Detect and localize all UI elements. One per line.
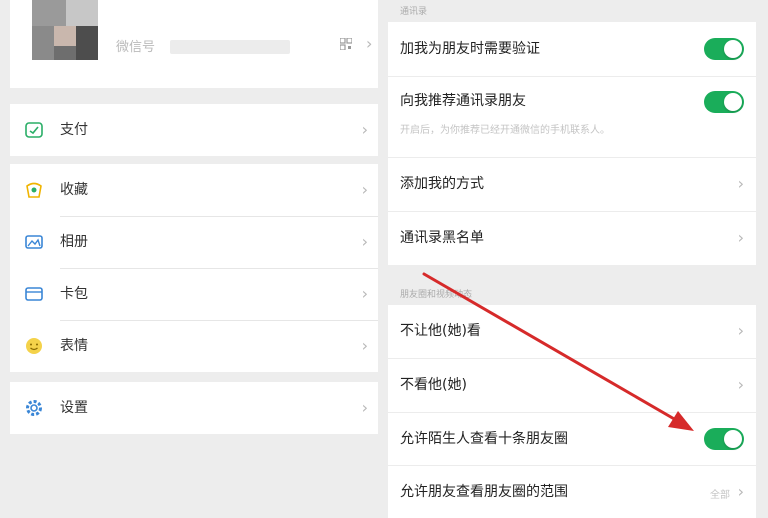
setting-require-verification[interactable]: 加我为朋友时需要验证	[388, 22, 756, 77]
section-header-moments: 朋友圈和视频动态	[388, 265, 756, 305]
chevron-right-icon: ›	[737, 375, 744, 394]
menu-item-label: 表情	[60, 338, 88, 354]
setting-strangers-view-ten[interactable]: 允许陌生人查看十条朋友圈	[388, 413, 756, 466]
chevron-right-icon: ›	[737, 321, 744, 340]
setting-moments-visible-range[interactable]: 允许朋友查看朋友圈的范围 全部 ›	[388, 466, 756, 518]
menu-item-favorites[interactable]: 收藏 ›	[10, 164, 378, 216]
recommend-contacts-toggle[interactable]	[704, 91, 744, 113]
menu-item-settings[interactable]: 设置 ›	[10, 382, 378, 434]
menu-item-label: 设置	[60, 400, 88, 416]
setting-recommend-contacts[interactable]: 向我推荐通讯录朋友 开启后，为你推荐已经开通微信的手机联系人。	[388, 77, 756, 158]
setting-title: 不让他(她)看	[400, 323, 481, 339]
profile-card[interactable]: 微信号 ›	[10, 0, 378, 88]
menu-item-label: 收藏	[60, 182, 88, 198]
stickers-icon	[26, 338, 42, 354]
verification-toggle[interactable]	[704, 38, 744, 60]
chevron-right-icon: ›	[361, 398, 368, 417]
setting-title: 添加我的方式	[400, 176, 484, 192]
menu-group-pay: 支付 ›	[10, 104, 378, 156]
setting-title: 向我推荐通讯录朋友	[400, 93, 526, 109]
chevron-right-icon: ›	[366, 34, 373, 53]
setting-title: 允许陌生人查看十条朋友圈	[400, 431, 568, 447]
settings-icon	[26, 400, 42, 416]
menu-item-label: 支付	[60, 122, 88, 138]
chevron-right-icon: ›	[361, 336, 368, 355]
setting-title: 允许朋友查看朋友圈的范围	[400, 484, 568, 500]
chevron-right-icon: ›	[361, 180, 368, 199]
setting-title: 不看他(她)	[400, 377, 467, 393]
chevron-right-icon: ›	[737, 174, 744, 193]
chevron-right-icon: ›	[737, 228, 744, 247]
section-header-contacts: 通讯录	[388, 0, 756, 22]
setting-title: 通讯录黑名单	[400, 230, 484, 246]
setting-add-me-methods[interactable]: 添加我的方式 ›	[388, 158, 756, 212]
avatar[interactable]	[32, 0, 98, 60]
wechat-id-blurred	[170, 40, 290, 54]
chevron-right-icon: ›	[361, 284, 368, 303]
setting-title: 加我为朋友时需要验证	[400, 41, 540, 57]
setting-contacts-blacklist[interactable]: 通讯录黑名单 ›	[388, 212, 756, 265]
me-page: 微信号 › 支付 › 收藏 › 相册 › 卡包 › 表情 › 设置 ›	[10, 0, 378, 510]
setting-value: 全部	[710, 490, 730, 501]
privacy-settings-page: 通讯录 加我为朋友时需要验证 向我推荐通讯录朋友 开启后，为你推荐已经开通微信的…	[388, 0, 756, 518]
cards-icon	[25, 287, 43, 301]
wechat-id-label: 微信号	[116, 40, 156, 55]
album-icon	[25, 235, 43, 249]
menu-item-label: 卡包	[60, 286, 88, 302]
menu-item-cards[interactable]: 卡包 ›	[10, 268, 378, 320]
qr-code-icon[interactable]	[340, 38, 352, 50]
screen: 微信号 › 支付 › 收藏 › 相册 › 卡包 › 表情 › 设置 › 通讯录 …	[0, 0, 768, 518]
strangers-view-toggle[interactable]	[704, 428, 744, 450]
chevron-right-icon: ›	[361, 232, 368, 251]
chevron-right-icon: ›	[361, 120, 368, 139]
chevron-right-icon: ›	[737, 482, 744, 501]
pay-icon	[25, 122, 43, 138]
favorites-icon	[26, 182, 42, 198]
menu-item-album[interactable]: 相册 ›	[10, 216, 378, 268]
menu-group-settings: 设置 ›	[10, 382, 378, 434]
menu-item-label: 相册	[60, 234, 88, 250]
setting-subtitle: 开启后，为你推荐已经开通微信的手机联系人。	[400, 125, 610, 136]
setting-hide-their-moments[interactable]: 不看他(她) ›	[388, 359, 756, 413]
menu-item-stickers[interactable]: 表情 ›	[10, 320, 378, 372]
menu-group-main: 收藏 › 相册 › 卡包 › 表情 ›	[10, 164, 378, 372]
setting-hide-my-moments[interactable]: 不让他(她)看 ›	[388, 305, 756, 359]
menu-item-pay[interactable]: 支付 ›	[10, 104, 378, 156]
